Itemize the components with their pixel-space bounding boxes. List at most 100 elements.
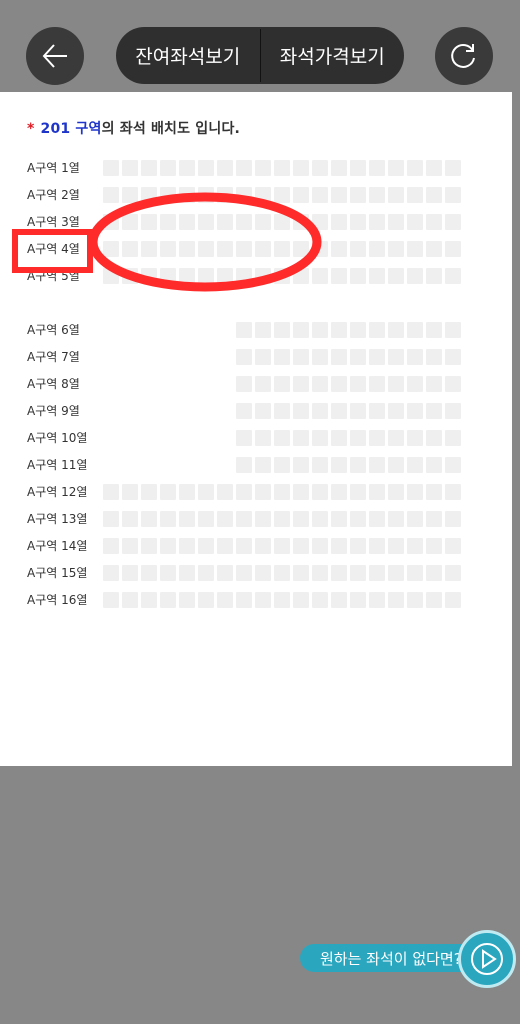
- seat[interactable]: [179, 160, 195, 176]
- seat[interactable]: [350, 214, 366, 230]
- seat[interactable]: [445, 322, 461, 338]
- seat[interactable]: [179, 565, 195, 581]
- seat[interactable]: [369, 349, 385, 365]
- seat[interactable]: [350, 592, 366, 608]
- seat[interactable]: [122, 268, 138, 284]
- seat[interactable]: [369, 187, 385, 203]
- seat[interactable]: [407, 187, 423, 203]
- seat[interactable]: [312, 160, 328, 176]
- seat[interactable]: [103, 592, 119, 608]
- seat[interactable]: [122, 160, 138, 176]
- seat[interactable]: [350, 376, 366, 392]
- seat[interactable]: [217, 187, 233, 203]
- seat[interactable]: [122, 187, 138, 203]
- seat[interactable]: [217, 241, 233, 257]
- seat[interactable]: [293, 241, 309, 257]
- seat[interactable]: [388, 592, 404, 608]
- seat[interactable]: [293, 214, 309, 230]
- seat[interactable]: [350, 187, 366, 203]
- seat[interactable]: [160, 592, 176, 608]
- seat[interactable]: [217, 565, 233, 581]
- seat[interactable]: [312, 268, 328, 284]
- seat[interactable]: [312, 187, 328, 203]
- seat[interactable]: [217, 484, 233, 500]
- seat[interactable]: [312, 484, 328, 500]
- seat[interactable]: [179, 511, 195, 527]
- seat[interactable]: [331, 349, 347, 365]
- seat[interactable]: [369, 430, 385, 446]
- seat[interactable]: [274, 268, 290, 284]
- seat[interactable]: [350, 457, 366, 473]
- seat[interactable]: [103, 538, 119, 554]
- seat[interactable]: [426, 565, 442, 581]
- seat[interactable]: [141, 187, 157, 203]
- seat[interactable]: [274, 403, 290, 419]
- seat[interactable]: [274, 592, 290, 608]
- seat[interactable]: [388, 268, 404, 284]
- find-seat-promo[interactable]: 원하는 좌석이 없다면?: [300, 930, 518, 990]
- seat[interactable]: [122, 592, 138, 608]
- seat[interactable]: [407, 241, 423, 257]
- seat[interactable]: [369, 322, 385, 338]
- seat[interactable]: [179, 592, 195, 608]
- seat[interactable]: [407, 511, 423, 527]
- seat[interactable]: [236, 376, 252, 392]
- seat[interactable]: [255, 241, 271, 257]
- seat[interactable]: [274, 241, 290, 257]
- seat[interactable]: [445, 457, 461, 473]
- seat[interactable]: [141, 565, 157, 581]
- seat[interactable]: [179, 484, 195, 500]
- seat[interactable]: [179, 538, 195, 554]
- seat[interactable]: [426, 592, 442, 608]
- seat[interactable]: [103, 241, 119, 257]
- seat[interactable]: [141, 160, 157, 176]
- seat[interactable]: [388, 322, 404, 338]
- seat[interactable]: [312, 322, 328, 338]
- seat[interactable]: [445, 268, 461, 284]
- seat[interactable]: [445, 484, 461, 500]
- seat[interactable]: [198, 160, 214, 176]
- seat[interactable]: [312, 403, 328, 419]
- seat[interactable]: [350, 241, 366, 257]
- seat[interactable]: [331, 538, 347, 554]
- seat[interactable]: [103, 214, 119, 230]
- back-button[interactable]: [26, 27, 84, 85]
- seat[interactable]: [426, 511, 442, 527]
- seat[interactable]: [445, 430, 461, 446]
- seat[interactable]: [179, 241, 195, 257]
- seat[interactable]: [407, 322, 423, 338]
- seat[interactable]: [350, 484, 366, 500]
- seat[interactable]: [426, 430, 442, 446]
- seat[interactable]: [293, 187, 309, 203]
- seat[interactable]: [350, 511, 366, 527]
- seat[interactable]: [331, 268, 347, 284]
- seat[interactable]: [122, 538, 138, 554]
- seat[interactable]: [331, 376, 347, 392]
- seat[interactable]: [426, 484, 442, 500]
- seat[interactable]: [445, 538, 461, 554]
- seat[interactable]: [274, 511, 290, 527]
- seat[interactable]: [217, 592, 233, 608]
- seat[interactable]: [312, 241, 328, 257]
- seat[interactable]: [255, 160, 271, 176]
- seat[interactable]: [236, 457, 252, 473]
- seat[interactable]: [388, 349, 404, 365]
- seat[interactable]: [388, 160, 404, 176]
- seat[interactable]: [388, 565, 404, 581]
- seat[interactable]: [407, 268, 423, 284]
- seat[interactable]: [255, 376, 271, 392]
- seat[interactable]: [331, 592, 347, 608]
- seat[interactable]: [255, 349, 271, 365]
- tab-remaining-seats[interactable]: 잔여좌석보기: [116, 27, 260, 84]
- seat[interactable]: [407, 457, 423, 473]
- seat[interactable]: [445, 160, 461, 176]
- seat[interactable]: [350, 349, 366, 365]
- seat[interactable]: [426, 268, 442, 284]
- seat[interactable]: [312, 592, 328, 608]
- seat[interactable]: [407, 214, 423, 230]
- seat[interactable]: [160, 268, 176, 284]
- seat[interactable]: [369, 160, 385, 176]
- seat[interactable]: [255, 538, 271, 554]
- seat[interactable]: [236, 511, 252, 527]
- seat[interactable]: [331, 430, 347, 446]
